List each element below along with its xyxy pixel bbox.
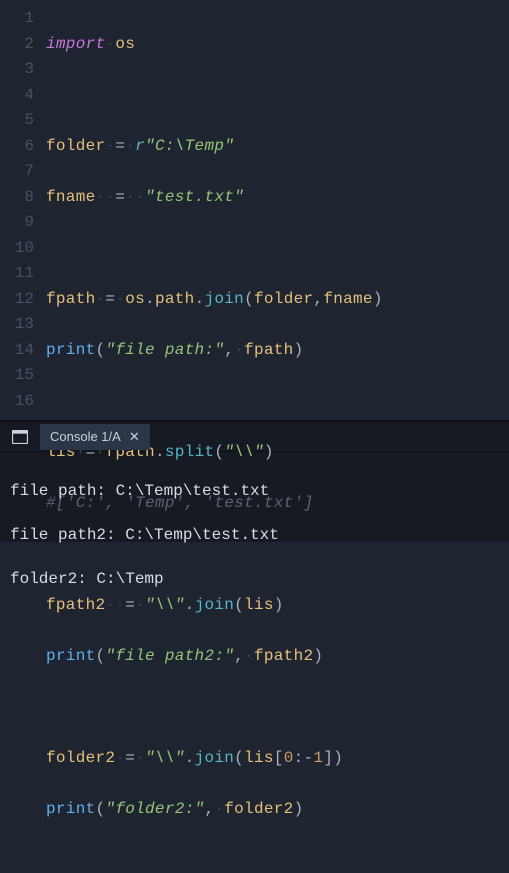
line-number: 12 — [0, 287, 34, 313]
code-line[interactable] — [46, 389, 509, 415]
line-number: 8 — [0, 185, 34, 211]
line-number: 5 — [0, 108, 34, 134]
line-number: 6 — [0, 134, 34, 160]
line-number: 15 — [0, 363, 34, 389]
code-editor[interactable]: 1 2 3 4 5 6 7 8 9 10 11 12 13 14 15 16 i… — [0, 0, 509, 420]
code-line[interactable]: fpath·=·os.path.join(folder,fname) — [46, 287, 509, 313]
line-number: 16 — [0, 389, 34, 415]
code-area[interactable]: import·os folder·=·r"C:\Temp" fname··=··… — [46, 6, 509, 420]
line-number: 3 — [0, 57, 34, 83]
line-number: 1 — [0, 6, 34, 32]
code-line[interactable]: fname··=··"test.txt" — [46, 185, 509, 211]
console-icon[interactable] — [6, 426, 34, 448]
close-icon[interactable]: ✕ — [129, 429, 140, 445]
line-number: 4 — [0, 83, 34, 109]
code-line[interactable]: print("folder2:",·folder2) — [46, 797, 509, 823]
code-line[interactable]: import·os — [46, 32, 509, 58]
code-line[interactable]: print("file path:",·fpath) — [46, 338, 509, 364]
console-tab[interactable]: Console 1/A ✕ — [40, 424, 150, 450]
code-line[interactable]: folder·=·r"C:\Temp" — [46, 134, 509, 160]
code-line[interactable] — [46, 236, 509, 262]
code-line[interactable]: print("file path2:",·fpath2) — [46, 644, 509, 670]
code-line[interactable] — [46, 83, 509, 109]
line-number-gutter: 1 2 3 4 5 6 7 8 9 10 11 12 13 14 15 16 — [0, 6, 46, 420]
line-number: 2 — [0, 32, 34, 58]
console-tab-label: Console 1/A — [50, 429, 121, 444]
line-number: 14 — [0, 338, 34, 364]
console-line: folder2: C:\Temp — [10, 568, 499, 590]
line-number: 10 — [0, 236, 34, 262]
code-line[interactable]: fpath2··=·"\\".join(lis) — [46, 593, 509, 619]
code-line[interactable] — [46, 695, 509, 721]
line-number: 9 — [0, 210, 34, 236]
line-number: 13 — [0, 312, 34, 338]
line-number: 7 — [0, 159, 34, 185]
line-number: 11 — [0, 261, 34, 287]
code-line[interactable]: folder2·=·"\\".join(lis[0:-1]) — [46, 746, 509, 772]
